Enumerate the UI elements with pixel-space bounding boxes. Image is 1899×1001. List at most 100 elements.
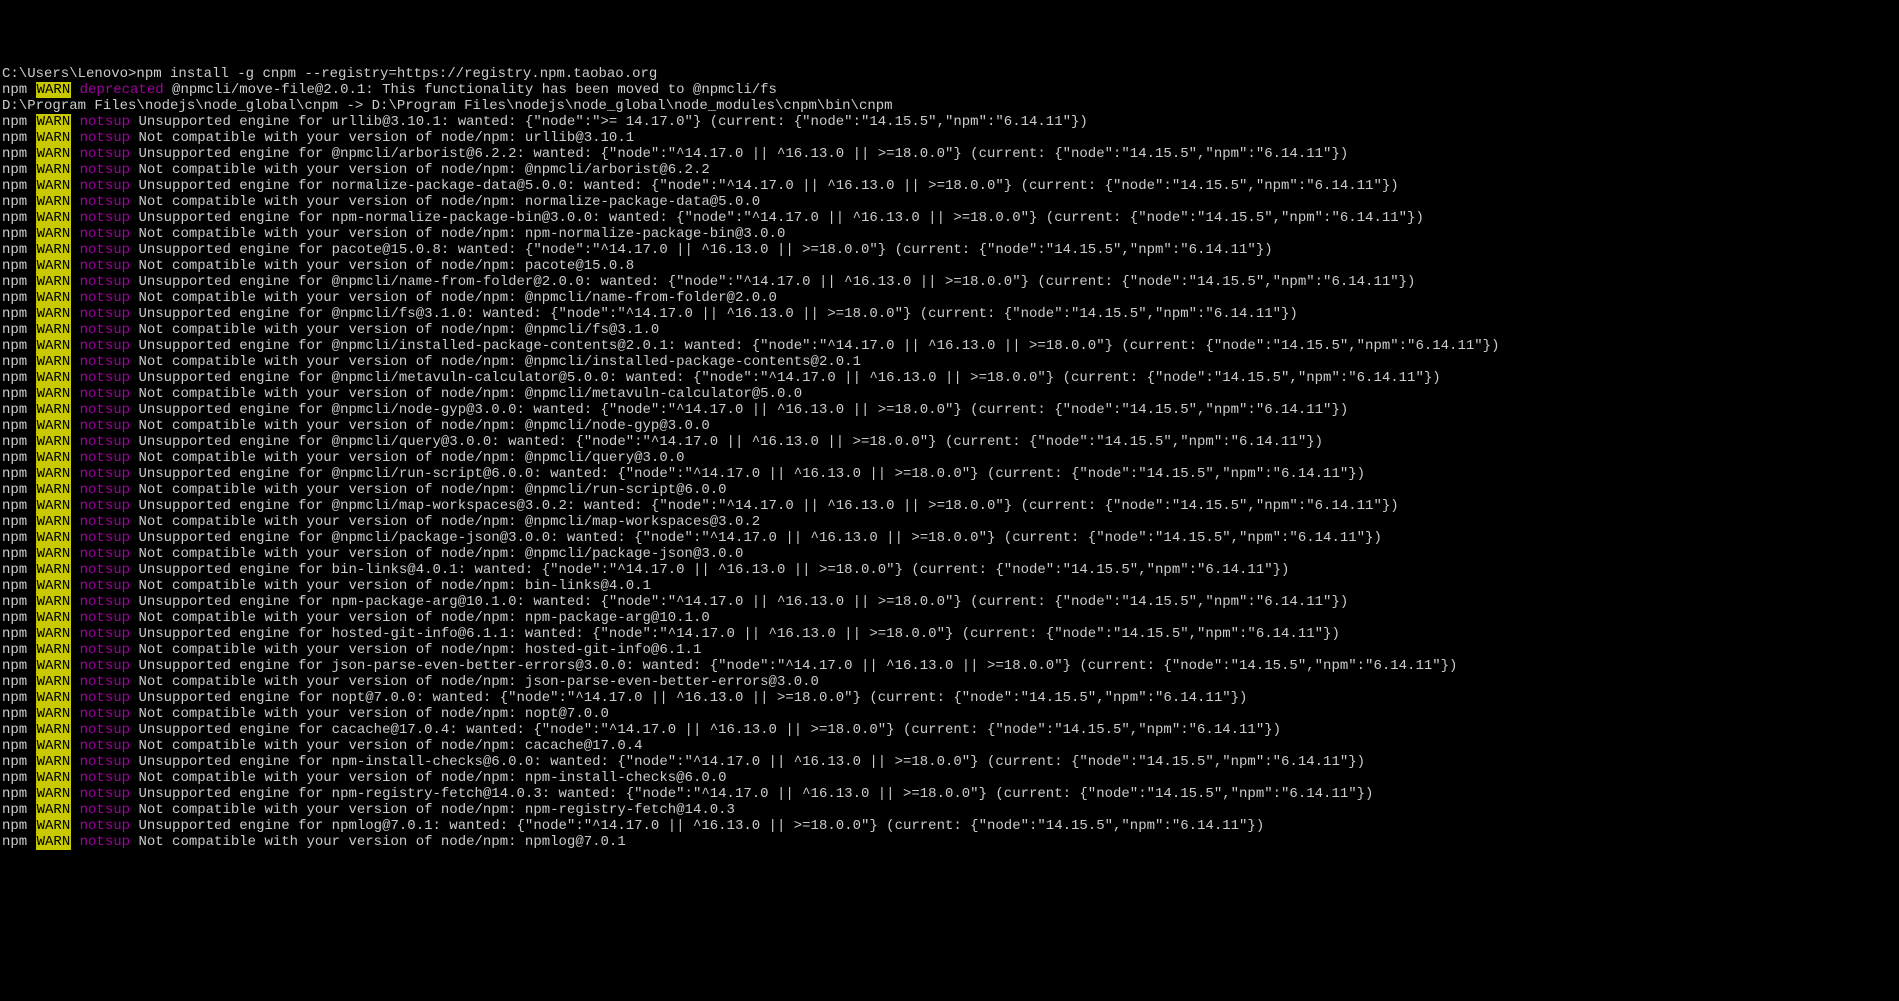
warn-message: Unsupported engine for pacote@15.0.8: wa… (130, 242, 1273, 258)
npm-label: npm (2, 770, 36, 786)
warn-badge: WARN (36, 258, 72, 274)
warn-message: Not compatible with your version of node… (130, 450, 685, 466)
terminal-line: npm WARN notsup Not compatible with your… (2, 130, 1897, 146)
command-text: npm install -g cnpm --registry=https://r… (136, 66, 657, 82)
terminal-line: npm WARN deprecated @npmcli/move-file@2.… (2, 82, 1897, 98)
warn-message: Not compatible with your version of node… (130, 610, 710, 626)
warn-badge: WARN (36, 818, 72, 834)
notsup-label: notsup (80, 546, 130, 562)
terminal-line: npm WARN notsup Unsupported engine for b… (2, 562, 1897, 578)
notsup-label: notsup (80, 834, 130, 850)
warn-badge: WARN (36, 786, 72, 802)
npm-label: npm (2, 722, 36, 738)
notsup-label: notsup (80, 818, 130, 834)
npm-label: npm (2, 578, 36, 594)
notsup-label: notsup (80, 514, 130, 530)
deprecated-label: deprecated (80, 82, 164, 98)
warn-badge: WARN (36, 802, 72, 818)
terminal-line: npm WARN notsup Unsupported engine for @… (2, 434, 1897, 450)
terminal-line: npm WARN notsup Not compatible with your… (2, 802, 1897, 818)
npm-label: npm (2, 738, 36, 754)
warn-message: Not compatible with your version of node… (130, 130, 634, 146)
warn-badge: WARN (36, 514, 72, 530)
terminal-line: npm WARN notsup Unsupported engine for @… (2, 306, 1897, 322)
notsup-label: notsup (80, 274, 130, 290)
warn-message: Not compatible with your version of node… (130, 386, 802, 402)
terminal-line: npm WARN notsup Not compatible with your… (2, 642, 1897, 658)
notsup-label: notsup (80, 418, 130, 434)
notsup-label: notsup (80, 290, 130, 306)
warn-message: Not compatible with your version of node… (130, 642, 701, 658)
warn-badge: WARN (36, 194, 72, 210)
warn-badge: WARN (36, 562, 72, 578)
warn-message: Unsupported engine for json-parse-even-b… (130, 658, 1457, 674)
terminal-line: npm WARN notsup Not compatible with your… (2, 770, 1897, 786)
prompt: C:\Users\Lenovo> (2, 66, 136, 82)
warn-message: Not compatible with your version of node… (130, 322, 659, 338)
notsup-label: notsup (80, 146, 130, 162)
notsup-label: notsup (80, 306, 130, 322)
notsup-label: notsup (80, 130, 130, 146)
npm-label: npm (2, 130, 36, 146)
warn-message: Unsupported engine for npm-registry-fetc… (130, 786, 1373, 802)
warn-badge: WARN (36, 178, 72, 194)
notsup-label: notsup (80, 626, 130, 642)
warn-message: Not compatible with your version of node… (130, 802, 735, 818)
warn-badge: WARN (36, 546, 72, 562)
npm-label: npm (2, 514, 36, 530)
npm-label: npm (2, 146, 36, 162)
npm-label: npm (2, 594, 36, 610)
notsup-label: notsup (80, 338, 130, 354)
npm-label: npm (2, 674, 36, 690)
notsup-label: notsup (80, 178, 130, 194)
warn-message: Not compatible with your version of node… (130, 578, 651, 594)
warn-badge: WARN (36, 354, 72, 370)
terminal-line: npm WARN notsup Not compatible with your… (2, 354, 1897, 370)
terminal-line: npm WARN notsup Not compatible with your… (2, 162, 1897, 178)
notsup-label: notsup (80, 466, 130, 482)
warn-message: Unsupported engine for hosted-git-info@6… (130, 626, 1340, 642)
warn-message: Not compatible with your version of node… (130, 194, 760, 210)
warn-badge: WARN (36, 386, 72, 402)
warn-badge: WARN (36, 498, 72, 514)
notsup-label: notsup (80, 610, 130, 626)
warn-message: Not compatible with your version of node… (130, 546, 743, 562)
warn-message: Not compatible with your version of node… (130, 418, 710, 434)
npm-label: npm (2, 690, 36, 706)
warn-message: Unsupported engine for cacache@17.0.4: w… (130, 722, 1281, 738)
npm-label: npm (2, 626, 36, 642)
npm-label: npm (2, 354, 36, 370)
terminal-line: npm WARN notsup Not compatible with your… (2, 578, 1897, 594)
terminal-line: npm WARN notsup Unsupported engine for n… (2, 786, 1897, 802)
terminal-line: npm WARN notsup Unsupported engine for j… (2, 658, 1897, 674)
npm-label: npm (2, 642, 36, 658)
warn-badge: WARN (36, 338, 72, 354)
warn-message: Not compatible with your version of node… (130, 162, 710, 178)
terminal-line: npm WARN notsup Not compatible with your… (2, 418, 1897, 434)
notsup-label: notsup (80, 370, 130, 386)
terminal-line: npm WARN notsup Not compatible with your… (2, 450, 1897, 466)
npm-label: npm (2, 82, 36, 98)
terminal-line: npm WARN notsup Not compatible with your… (2, 546, 1897, 562)
terminal-line: npm WARN notsup Unsupported engine for c… (2, 722, 1897, 738)
notsup-label: notsup (80, 354, 130, 370)
terminal-line: npm WARN notsup Not compatible with your… (2, 706, 1897, 722)
terminal-line: npm WARN notsup Not compatible with your… (2, 290, 1897, 306)
npm-label: npm (2, 114, 36, 130)
notsup-label: notsup (80, 242, 130, 258)
npm-label: npm (2, 450, 36, 466)
npm-label: npm (2, 818, 36, 834)
npm-label: npm (2, 802, 36, 818)
npm-label: npm (2, 562, 36, 578)
deprecated-message: @npmcli/move-file@2.0.1: This functional… (164, 82, 777, 98)
warn-message: Not compatible with your version of node… (130, 258, 634, 274)
notsup-label: notsup (80, 738, 130, 754)
terminal-line: D:\Program Files\nodejs\node_global\cnpm… (2, 98, 1897, 114)
notsup-label: notsup (80, 226, 130, 242)
notsup-label: notsup (80, 690, 130, 706)
terminal-output[interactable]: C:\Users\Lenovo>npm install -g cnpm --re… (2, 66, 1897, 850)
warn-badge: WARN (36, 114, 72, 130)
terminal-line: npm WARN notsup Unsupported engine for n… (2, 210, 1897, 226)
notsup-label: notsup (80, 482, 130, 498)
warn-message: Not compatible with your version of node… (130, 354, 861, 370)
